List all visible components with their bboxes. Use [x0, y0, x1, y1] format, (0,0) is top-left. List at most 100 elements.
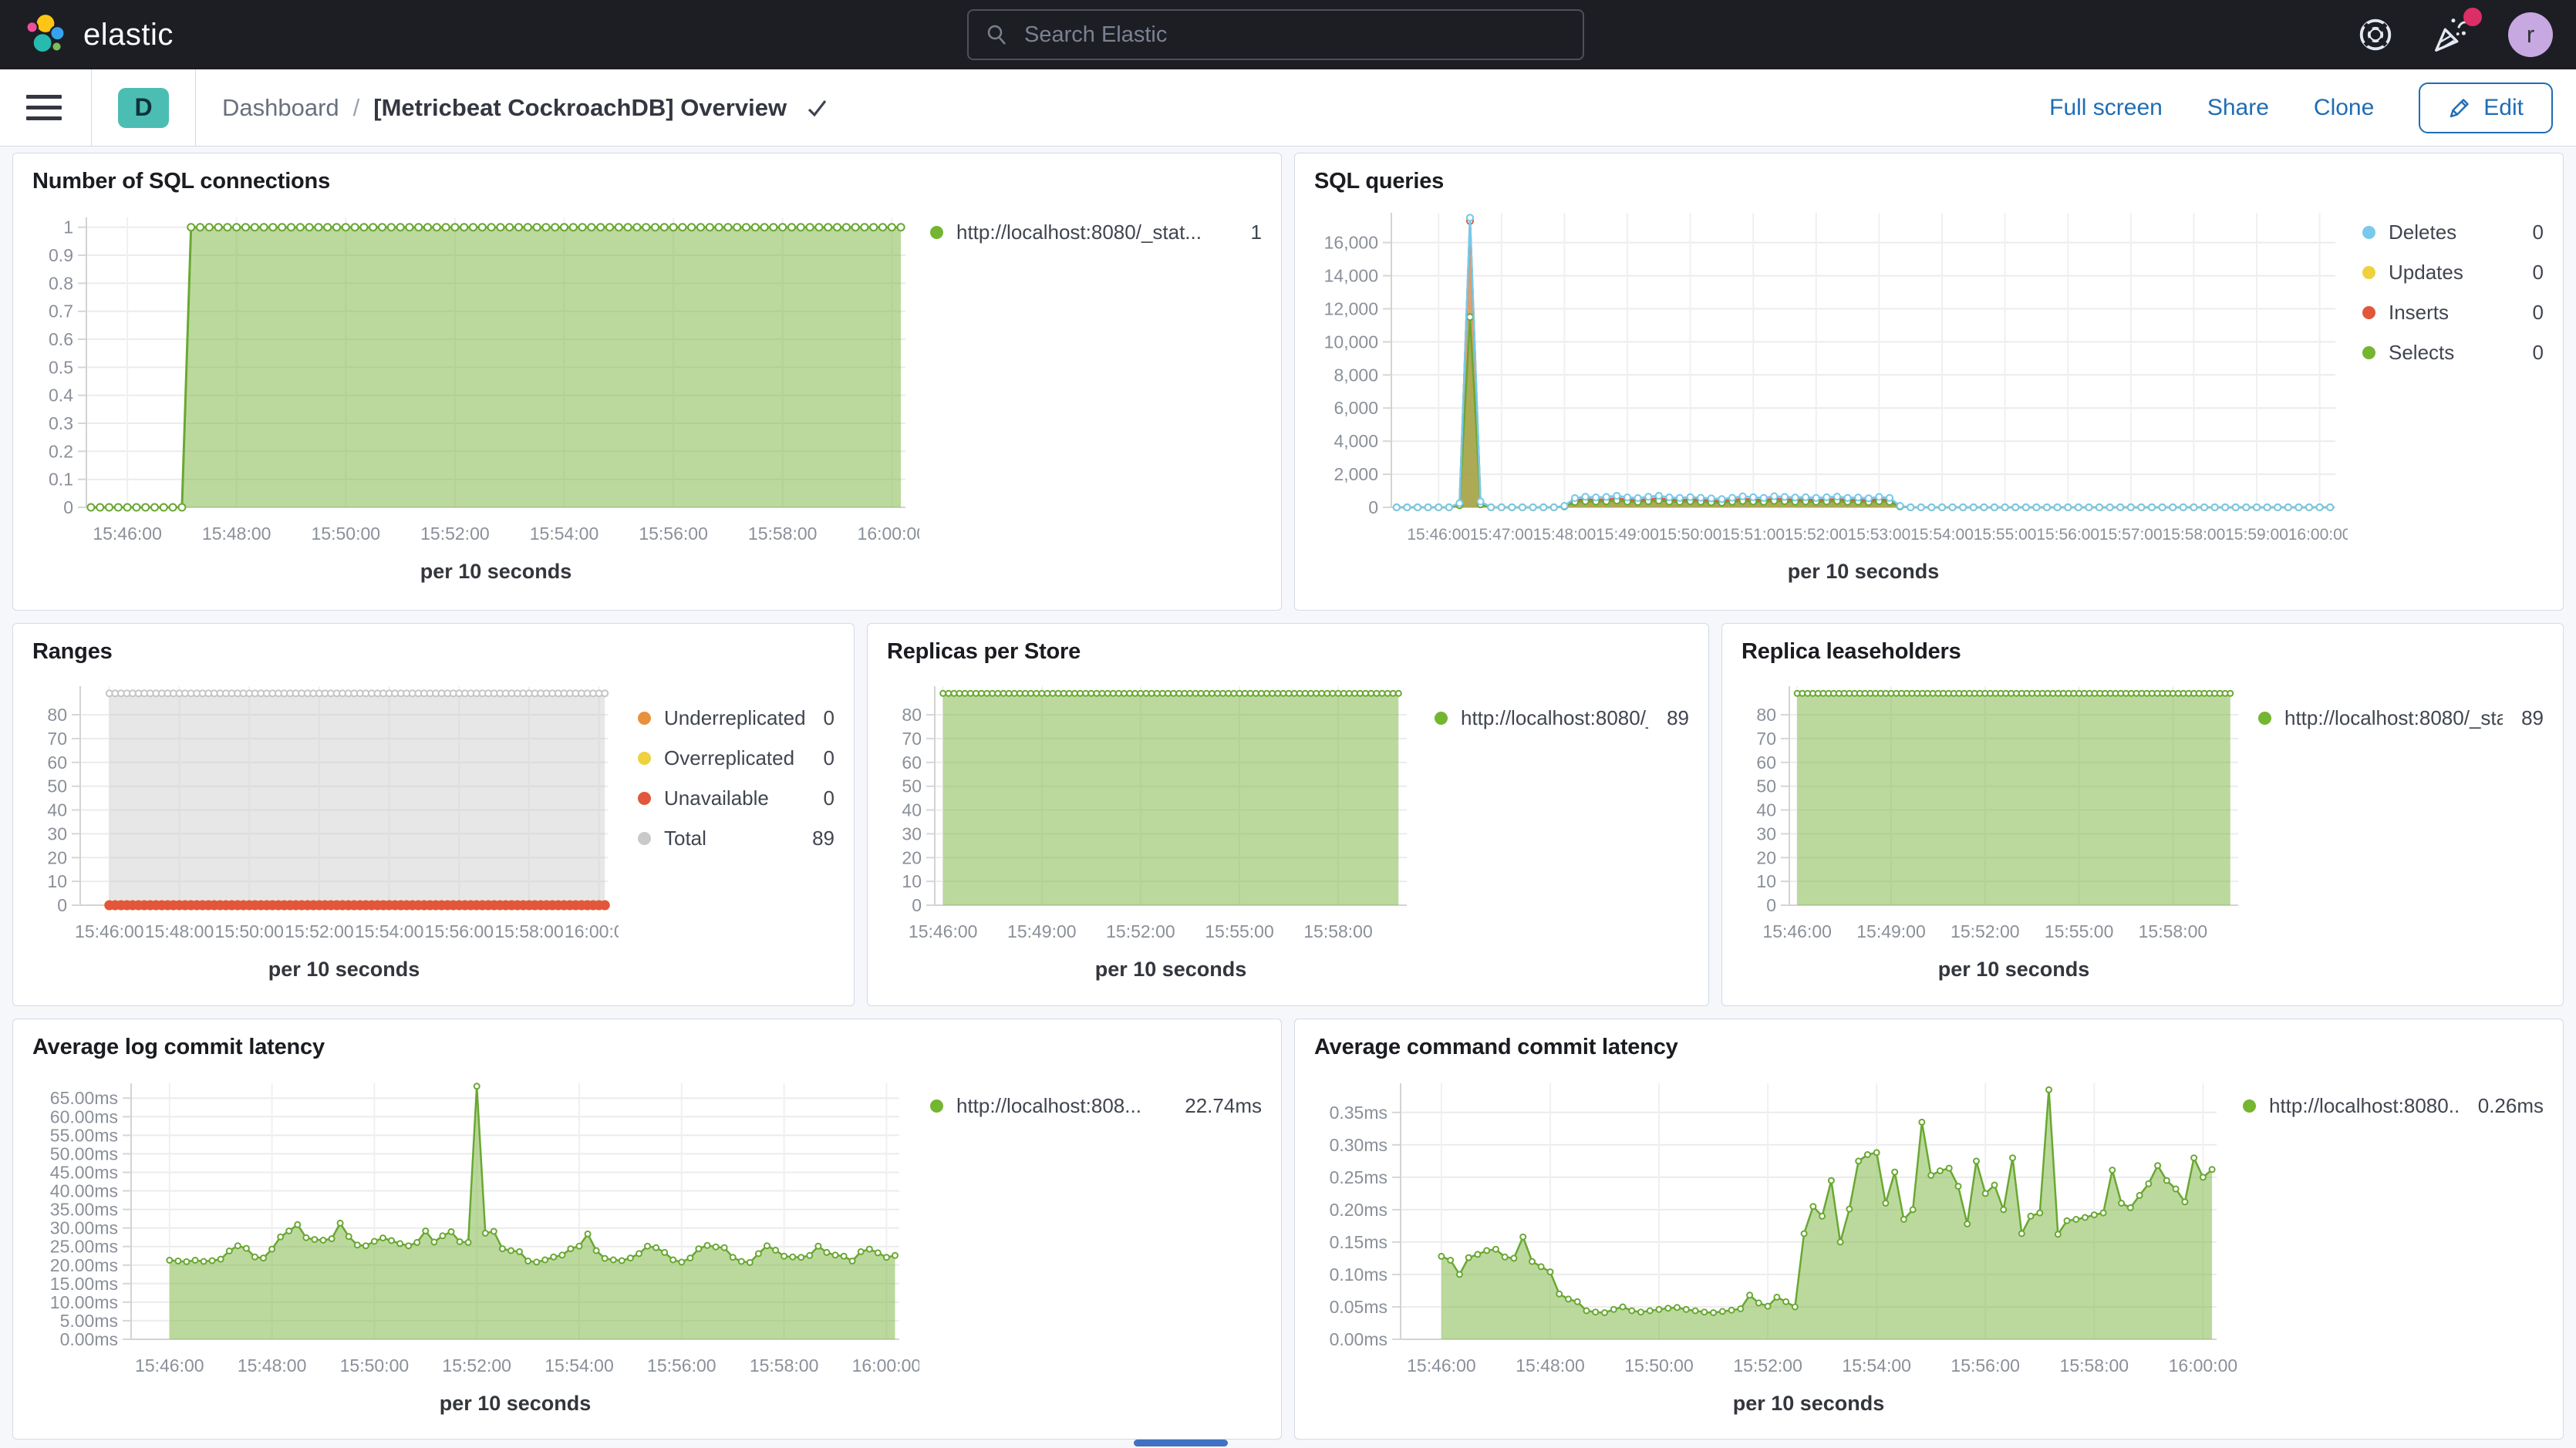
- svg-text:20: 20: [1756, 847, 1776, 867]
- svg-text:45.00ms: 45.00ms: [50, 1163, 118, 1183]
- chart-sql-queries: 02,0004,0006,0008,00010,00012,00014,0001…: [1314, 205, 2348, 588]
- legend-item[interactable]: Total89: [638, 827, 835, 850]
- svg-text:15:48:00: 15:48:00: [1533, 526, 1597, 544]
- life-ring-icon: [2355, 15, 2396, 55]
- svg-text:15:50:00: 15:50:00: [312, 524, 381, 544]
- chart-svg: 02,0004,0006,0008,00010,00012,00014,0001…: [1314, 205, 2348, 584]
- help-button[interactable]: [2355, 15, 2396, 55]
- svg-text:15:58:00: 15:58:00: [494, 921, 564, 941]
- legend-value: 0: [2514, 261, 2544, 285]
- horizontal-scrollbar-thumb[interactable]: [1134, 1440, 1228, 1446]
- legend-item[interactable]: Inserts0: [2362, 301, 2544, 325]
- svg-text:2,000: 2,000: [1334, 464, 1378, 484]
- legend-item[interactable]: http://localhost:8080/_sta...89: [1435, 706, 1689, 730]
- divider: [91, 69, 92, 146]
- chart-replicas-per-store: 0102030405060708015:46:0015:49:0015:52:0…: [887, 675, 1419, 986]
- panel-title: Average log commit latency: [32, 1035, 1262, 1060]
- title-check-button[interactable]: [804, 95, 830, 121]
- svg-text:50: 50: [47, 776, 67, 796]
- svg-text:40: 40: [902, 800, 922, 820]
- svg-text:0.6: 0.6: [49, 329, 73, 349]
- legend-item[interactable]: http://localhost:808...22.74ms: [930, 1094, 1262, 1118]
- svg-text:15:53:00: 15:53:00: [1848, 526, 1911, 544]
- svg-text:80: 80: [1756, 705, 1776, 725]
- panel-sql-queries: SQL queries 02,0004,0006,0008,00010,0001…: [1294, 153, 2564, 611]
- series-dot-icon: [2258, 712, 2271, 725]
- legend-label: Updates: [2389, 261, 2463, 285]
- series-dot-icon: [638, 752, 651, 765]
- panel-title: Ranges: [32, 639, 835, 665]
- svg-text:30: 30: [1756, 823, 1776, 844]
- badge-letter: D: [134, 93, 152, 122]
- svg-text:8,000: 8,000: [1334, 365, 1378, 385]
- series-dot-icon: [638, 792, 651, 805]
- check-icon: [804, 95, 830, 121]
- svg-text:14,000: 14,000: [1324, 266, 1378, 286]
- svg-text:15:54:00: 15:54:00: [1910, 526, 1974, 544]
- legend-value: 22.74ms: [1166, 1094, 1262, 1118]
- legend-item[interactable]: Overreplicated0: [638, 746, 835, 770]
- svg-text:15:48:00: 15:48:00: [1516, 1355, 1585, 1376]
- legend-item[interactable]: http://localhost:8080/_stat...1: [930, 221, 1262, 244]
- svg-text:per 10 seconds: per 10 seconds: [268, 958, 420, 981]
- elastic-logo[interactable]: elastic: [23, 12, 174, 57]
- legend-item[interactable]: http://localhost:8080...0.26ms: [2243, 1094, 2544, 1118]
- newsfeed-button[interactable]: [2431, 14, 2473, 56]
- svg-text:15:49:00: 15:49:00: [1856, 921, 1926, 941]
- share-button[interactable]: Share: [2207, 95, 2269, 121]
- legend-label: Overreplicated: [664, 746, 794, 770]
- svg-text:50: 50: [1756, 776, 1776, 796]
- panel-title: Replica leaseholders: [1741, 639, 2544, 665]
- legend-item[interactable]: Selects0: [2362, 341, 2544, 365]
- search-input[interactable]: [1023, 22, 1566, 49]
- svg-text:20: 20: [47, 847, 67, 867]
- chart-svg: 0102030405060708015:46:0015:49:0015:52:0…: [887, 675, 1419, 982]
- panel-replicas-per-store: Replicas per Store 0102030405060708015:4…: [867, 623, 1709, 1006]
- dashboard-canvas: Number of SQL connections 00.10.20.30.40…: [0, 146, 2576, 1448]
- legend-value: 0: [805, 786, 835, 810]
- global-search[interactable]: [967, 9, 1584, 60]
- svg-text:15:52:00: 15:52:00: [285, 921, 354, 941]
- legend-item[interactable]: Underreplicated0: [638, 706, 835, 730]
- svg-text:70: 70: [902, 729, 922, 749]
- svg-text:per 10 seconds: per 10 seconds: [1938, 958, 2090, 981]
- series-dot-icon: [638, 832, 651, 845]
- legend-value: 89: [2503, 706, 2544, 730]
- panel-title: Number of SQL connections: [32, 169, 1262, 194]
- legend-item[interactable]: Deletes0: [2362, 221, 2544, 244]
- panel-title: Replicas per Store: [887, 639, 1689, 665]
- svg-text:15:58:00: 15:58:00: [748, 524, 818, 544]
- panel-replica-leaseholders: Replica leaseholders 0102030405060708015…: [1721, 623, 2564, 1006]
- edit-button[interactable]: Edit: [2419, 83, 2553, 133]
- svg-text:0.9: 0.9: [49, 245, 73, 265]
- panel-ranges: Ranges 0102030405060708015:46:0015:48:00…: [12, 623, 855, 1006]
- dashboard-app-badge[interactable]: D: [118, 88, 169, 128]
- svg-text:15:52:00: 15:52:00: [1733, 1355, 1802, 1376]
- svg-text:30: 30: [47, 823, 67, 844]
- svg-text:15:46:00: 15:46:00: [1762, 921, 1832, 941]
- svg-text:50: 50: [902, 776, 922, 796]
- user-avatar[interactable]: r: [2508, 12, 2553, 57]
- legend-label: http://localhost:8080/_sta...: [1461, 706, 1648, 730]
- notification-dot: [2463, 8, 2482, 26]
- legend-item[interactable]: http://localhost:8080/_sta...89: [2258, 706, 2544, 730]
- svg-text:0.25ms: 0.25ms: [1330, 1167, 1387, 1187]
- legend-item[interactable]: Unavailable0: [638, 786, 835, 810]
- legend-label: Deletes: [2389, 221, 2456, 244]
- full-screen-button[interactable]: Full screen: [2049, 95, 2163, 121]
- breadcrumb-dashboard-link[interactable]: Dashboard: [222, 94, 339, 122]
- svg-text:70: 70: [47, 729, 67, 749]
- legend-value: 89: [794, 827, 835, 850]
- clone-button[interactable]: Clone: [2314, 95, 2374, 121]
- svg-text:0.4: 0.4: [49, 386, 73, 406]
- svg-text:15:58:00: 15:58:00: [2163, 526, 2226, 544]
- legend-item[interactable]: Updates 0: [2362, 261, 2544, 285]
- svg-text:30.00ms: 30.00ms: [50, 1218, 118, 1238]
- svg-text:15:46:00: 15:46:00: [909, 921, 978, 941]
- menu-button[interactable]: [23, 90, 65, 125]
- svg-text:80: 80: [47, 705, 67, 725]
- svg-text:80: 80: [902, 705, 922, 725]
- svg-text:per 10 seconds: per 10 seconds: [1095, 958, 1247, 981]
- svg-text:15:54:00: 15:54:00: [545, 1355, 614, 1376]
- svg-text:15.00ms: 15.00ms: [50, 1274, 118, 1294]
